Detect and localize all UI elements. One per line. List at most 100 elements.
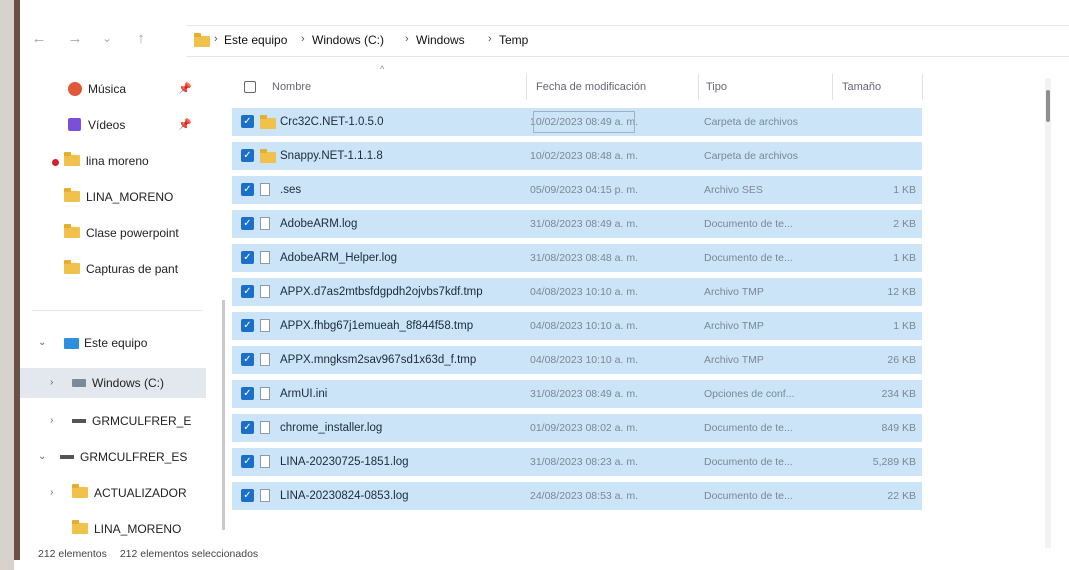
- column-header-name[interactable]: Nombre: [272, 70, 311, 104]
- file-name: APPX.d7as2mtbsfdgpdh2ojvbs7kdf.tmp: [280, 286, 483, 298]
- folder-icon: [260, 115, 276, 129]
- folder-icon: [64, 260, 80, 274]
- row-checkbox[interactable]: ✓: [241, 183, 254, 196]
- row-checkbox[interactable]: ✓: [241, 489, 254, 502]
- row-checkbox[interactable]: ✓: [241, 319, 254, 332]
- nav-scrollbar[interactable]: [222, 300, 225, 530]
- breadcrumb-item[interactable]: Windows: [416, 33, 465, 47]
- chevron-right-icon: ›: [405, 33, 409, 45]
- row-checkbox[interactable]: ✓: [241, 251, 254, 264]
- row-checkbox[interactable]: ✓: [241, 149, 254, 162]
- nav-item-grmculfrer-e[interactable]: › GRMCULFRER_E: [20, 406, 206, 436]
- chevron-down-icon[interactable]: ⌄: [38, 328, 46, 358]
- breadcrumb-item[interactable]: Temp: [499, 33, 528, 47]
- chevron-right-icon[interactable]: ›: [50, 368, 53, 398]
- folder-icon: [64, 188, 80, 202]
- file-type: Archivo TMP: [704, 354, 764, 366]
- nav-item-lina-moreno-folder[interactable]: LINA_MORENO: [20, 182, 206, 212]
- nav-item-videos[interactable]: Vídeos 📌: [20, 110, 206, 140]
- file-type: Documento de te...: [704, 490, 793, 502]
- file-icon: [260, 285, 270, 298]
- file-date: 10/02/2023 08:48 a. m.: [530, 150, 638, 162]
- table-row[interactable]: ✓ APPX.mngksm2sav967sd1x63d_f.tmp 04/08/20…: [232, 346, 922, 374]
- table-row[interactable]: ✓ AdobeARM.log 31/08/2023 08:49 a. m. Docum…: [232, 210, 922, 238]
- file-date: 31/08/2023 08:49 a. m.: [530, 218, 638, 230]
- column-header-date[interactable]: Fecha de modificación: [536, 70, 646, 104]
- table-row[interactable]: ✓ chrome_installer.log 01/09/2023 08:02 a.…: [232, 414, 922, 442]
- column-divider[interactable]: [698, 74, 699, 100]
- sync-error-badge: [52, 159, 59, 166]
- file-type: Archivo SES: [704, 184, 763, 196]
- table-row[interactable]: ✓ ArmUI.ini 31/08/2023 08:49 a. m. Opciones…: [232, 380, 922, 408]
- row-checkbox[interactable]: ✓: [241, 421, 254, 434]
- column-header-type[interactable]: Tipo: [706, 70, 727, 104]
- folder-icon: [194, 33, 210, 47]
- row-checkbox[interactable]: ✓: [241, 455, 254, 468]
- breadcrumb-item[interactable]: Windows (C:): [312, 33, 384, 47]
- file-date: 31/08/2023 08:48 a. m.: [530, 252, 638, 264]
- table-row[interactable]: ✓ AdobeARM_Helper.log 31/08/2023 08:48 a. …: [232, 244, 922, 272]
- file-size: 26 KB: [887, 354, 916, 366]
- row-checkbox[interactable]: ✓: [241, 115, 254, 128]
- column-divider[interactable]: [526, 74, 527, 100]
- nav-item-lina-moreno[interactable]: lina moreno: [20, 146, 206, 176]
- nav-item-capturas[interactable]: Capturas de pant: [20, 254, 206, 284]
- table-row[interactable]: ✓ LINA-20230725-1851.log 31/08/2023 08:23 …: [232, 448, 922, 476]
- nav-item-este-equipo[interactable]: ⌄ Este equipo: [20, 328, 206, 358]
- file-name: chrome_installer.log: [280, 422, 383, 434]
- video-icon: [68, 118, 81, 131]
- nav-item-label: GRMCULFRER_E: [92, 414, 192, 428]
- column-header-size[interactable]: Tamaño: [842, 70, 881, 104]
- file-date: 04/08/2023 10:10 a. m.: [530, 286, 638, 298]
- row-checkbox[interactable]: ✓: [241, 217, 254, 230]
- table-row[interactable]: ✓ LINA-20230824-0853.log 24/08/2023 08:53 …: [232, 482, 922, 510]
- nav-item-clase-powerpoint[interactable]: Clase powerpoint: [20, 218, 206, 248]
- table-row[interactable]: ✓ APPX.fhbg67j1emueah_8f844f58.tmp 04/08/2…: [232, 312, 922, 340]
- row-checkbox[interactable]: ✓: [241, 387, 254, 400]
- file-size: 1 KB: [893, 184, 916, 196]
- nav-item-grmculfrer-es[interactable]: ⌄ GRMCULFRER_ES: [20, 442, 206, 472]
- column-divider[interactable]: [832, 74, 833, 100]
- table-row[interactable]: ✓ .ses 05/09/2023 04:15 p. m. Archivo SES 1 …: [232, 176, 922, 204]
- nav-item-windows-c[interactable]: › Windows (C:): [20, 368, 206, 398]
- back-arrow-icon[interactable]: ←: [30, 30, 48, 48]
- chevron-right-icon: ›: [301, 33, 305, 45]
- file-type: Documento de te...: [704, 422, 793, 434]
- header-checkbox[interactable]: [244, 70, 256, 104]
- file-name: Snappy.NET-1.1.1.8: [280, 150, 383, 162]
- scrollbar-thumb[interactable]: [1046, 90, 1050, 122]
- file-name: .ses: [280, 184, 302, 196]
- file-list-scrollbar[interactable]: [1045, 78, 1051, 548]
- table-row[interactable]: ✓ Crc32C.NET-1.0.5.0 10/02/2023 08:49 a. m…: [232, 108, 922, 136]
- nav-item-lina-moreno-sub[interactable]: LINA_MORENO: [20, 514, 206, 544]
- column-divider[interactable]: [922, 74, 923, 100]
- nav-item-actualizador[interactable]: › ACTUALIZADOR: [20, 478, 206, 508]
- chevron-down-icon[interactable]: ⌄: [38, 442, 46, 472]
- nav-item-label: LINA_MORENO: [86, 190, 174, 204]
- file-size: 5,289 KB: [872, 456, 916, 468]
- file-icon: [260, 387, 270, 400]
- chevron-right-icon[interactable]: ›: [50, 478, 53, 508]
- item-count: 212 elementos: [38, 548, 107, 560]
- pin-icon: 📌: [178, 119, 192, 131]
- recent-chevron-icon[interactable]: ⌄: [98, 30, 116, 48]
- table-row[interactable]: ✓ Snappy.NET-1.1.1.8 10/02/2023 08:48 a. m…: [232, 142, 922, 170]
- folder-icon: [72, 484, 88, 498]
- drive-icon: [72, 379, 86, 387]
- nav-divider: [32, 310, 202, 311]
- file-size: 1 KB: [893, 320, 916, 332]
- nav-item-musica[interactable]: Música 📌: [20, 74, 206, 104]
- row-checkbox[interactable]: ✓: [241, 353, 254, 366]
- folder-icon: [64, 152, 80, 166]
- chevron-right-icon[interactable]: ›: [50, 406, 53, 436]
- table-row[interactable]: ✓ APPX.d7as2mtbsfdgpdh2ojvbs7kdf.tmp 04/08…: [232, 278, 922, 306]
- breadcrumb-item[interactable]: Este equipo: [224, 33, 287, 47]
- chevron-right-icon: ›: [488, 33, 492, 45]
- file-list: Nombre ^ Fecha de modificación Tipo Tama…: [232, 64, 932, 550]
- forward-arrow-icon[interactable]: →: [66, 30, 84, 48]
- status-bar: 212 elementos 212 elementos seleccionado…: [38, 548, 268, 560]
- file-type: Documento de te...: [704, 218, 793, 230]
- row-checkbox[interactable]: ✓: [241, 285, 254, 298]
- breadcrumb[interactable]: › Este equipo › Windows (C:) › Windows ›…: [186, 25, 1069, 57]
- up-arrow-icon[interactable]: ↑: [132, 30, 150, 48]
